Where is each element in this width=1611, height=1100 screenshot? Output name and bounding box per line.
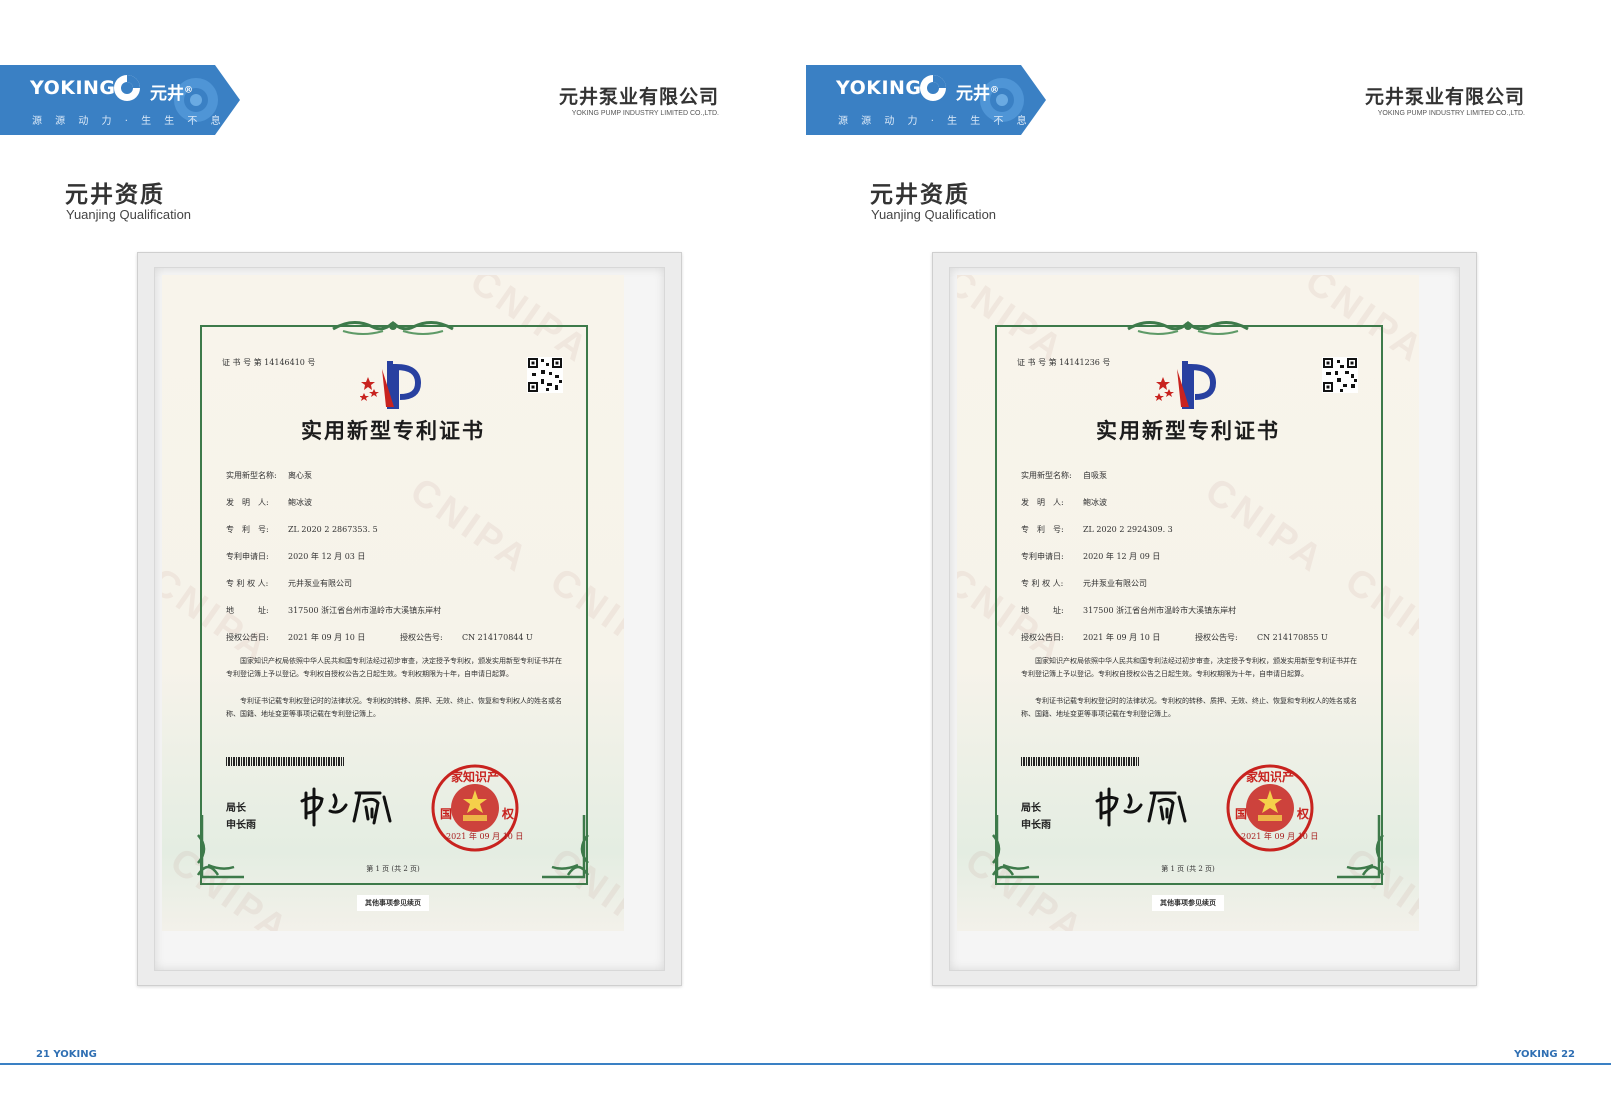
section-title: 元井资质 (870, 181, 970, 208)
section-subtitle: Yuanjing Qualification (66, 207, 192, 222)
certificate-paragraph-1: 国家知识产权局依照中华人民共和国专利法经过初步审查，决定授予专利权，颁发实用新型… (1021, 657, 1357, 678)
svg-text:家知识产: 家知识产 (451, 769, 499, 784)
certificate-number: 证 书 号 第 14141236 号 (1017, 358, 1111, 367)
seal-date: 2021 年 09 月 10 日 (1241, 832, 1319, 841)
certificate-frame: CNIPA CNIPA CNIPA CNIPA CNIPA CNIPA CNIP… (932, 252, 1477, 986)
svg-text:权: 权 (1296, 806, 1310, 821)
corner-ornament-icon (542, 815, 590, 879)
brand-badge: YOKING 元井® 源 源 动 力 · 生 生 不 息 (0, 65, 240, 135)
brand-name: YOKING (30, 77, 116, 99)
seal-date: 2021 年 09 月 10 日 (446, 832, 524, 841)
qr-code-icon (527, 357, 563, 393)
corner-ornament-icon (196, 815, 244, 879)
brand-logo-icon (114, 75, 140, 101)
brand-badge: YOKING 元井® 源 源 动 力 · 生 生 不 息 (806, 65, 1046, 135)
barcode (226, 757, 344, 766)
field-address: 地 址: 317500 浙江省台州市温岭市大溪镇东岸村 (1021, 606, 1237, 615)
foot-note: 其他事项参见续页 (162, 890, 624, 911)
page-left: YOKING 元井® 源 源 动 力 · 生 生 不 息 元井泵业有限公司 YO… (0, 0, 805, 1100)
company-name-cn: 元井泵业有限公司 (1364, 86, 1525, 108)
page-number-right: YOKING 22 (1514, 1049, 1575, 1060)
svg-text:国: 国 (440, 807, 452, 821)
field-patent-number: 专 利 号: ZL 2020 2 2867353. 5 (226, 525, 378, 534)
field-patentee: 专 利 权 人: 元井泵业有限公司 (226, 579, 352, 588)
corner-ornament-icon (991, 815, 1039, 879)
field-inventor: 发 明 人: 鲍冰波 (1021, 498, 1107, 507)
patent-certificate: CNIPA CNIPA CNIPA CNIPA CNIPA CNIPA 证 书 … (162, 275, 624, 931)
qr-code-icon (1322, 357, 1358, 393)
field-announcement: 授权公告日: 2021 年 09 月 10 日授权公告号: CN 214170855… (1021, 633, 1328, 642)
cnipa-logo-icon (1155, 361, 1217, 409)
svg-text:家知识产: 家知识产 (1246, 769, 1294, 784)
patent-certificate: CNIPA CNIPA CNIPA CNIPA CNIPA CNIPA CNIP… (957, 275, 1419, 931)
certificate-frame: CNIPA CNIPA CNIPA CNIPA CNIPA CNIPA 证 书 … (137, 252, 682, 986)
cnipa-logo-icon (360, 361, 422, 409)
foot-note: 其他事项参见续页 (957, 890, 1419, 911)
certificate-title: 实用新型专利证书 (1096, 418, 1280, 443)
company-header: 元井泵业有限公司 YOKING PUMP INDUSTRY LIMITED CO… (559, 82, 719, 117)
svg-text:权: 权 (501, 806, 515, 821)
signer-title: 局长 (1021, 803, 1041, 814)
certificate-paragraph-2: 专利证书记载专利权登记时的法律状况。专利权的转移、质押、无效、终止、恢复和专利权… (226, 697, 562, 718)
field-application-date: 专利申请日: 2020 年 12 月 09 日 (1021, 552, 1161, 561)
company-name-en: YOKING PUMP INDUSTRY LIMITED CO.,LTD. (1377, 110, 1525, 117)
brand-slogan: 源 源 动 力 · 生 生 不 息 (838, 116, 1032, 127)
section-subtitle: Yuanjing Qualification (871, 207, 997, 222)
field-patentee: 专 利 权 人: 元井泵业有限公司 (1021, 579, 1147, 588)
barcode (1021, 757, 1139, 766)
svg-text:国: 国 (1235, 807, 1247, 821)
field-patent-number: 专 利 号: ZL 2020 2 2924309. 3 (1021, 525, 1173, 534)
signature-icon (1095, 787, 1187, 827)
page-number-left: 21 YOKING (36, 1049, 97, 1060)
top-ornament-icon (1127, 320, 1249, 335)
brand-name: YOKING (836, 77, 922, 99)
company-name-cn: 元井泵业有限公司 (558, 86, 719, 108)
page-note: 第 1 页 (共 2 页) (366, 865, 420, 873)
certificate-paragraph-1: 国家知识产权局依照中华人民共和国专利法经过初步审查，决定授予专利权，颁发实用新型… (226, 657, 562, 678)
certificate-number: 证 书 号 第 14146410 号 (222, 358, 316, 367)
field-inventor: 发 明 人: 鲍冰波 (226, 498, 312, 507)
field-announcement: 授权公告日: 2021 年 09 月 10 日授权公告号: CN 214170844… (226, 633, 533, 642)
certificate-title: 实用新型专利证书 (301, 418, 485, 443)
company-name-en: YOKING PUMP INDUSTRY LIMITED CO.,LTD. (571, 110, 719, 117)
field-name: 实用新型名称: 离心泵 (226, 471, 312, 480)
brand-name-cn: 元井® (150, 84, 193, 104)
top-ornament-icon (332, 320, 454, 335)
company-header: 元井泵业有限公司 YOKING PUMP INDUSTRY LIMITED CO… (1365, 82, 1525, 117)
brand-name-cn: 元井® (956, 84, 999, 104)
page-right: YOKING 元井® 源 源 动 力 · 生 生 不 息 元井泵业有限公司 YO… (806, 0, 1611, 1100)
certificate-paragraph-2: 专利证书记载专利权登记时的法律状况。专利权的转移、质押、无效、终止、恢复和专利权… (1021, 697, 1357, 718)
field-address: 地 址: 317500 浙江省台州市温岭市大溪镇东岸村 (226, 606, 442, 615)
corner-ornament-icon (1337, 815, 1385, 879)
footer-divider (0, 1063, 1611, 1065)
signer-title: 局长 (226, 803, 246, 814)
brand-slogan: 源 源 动 力 · 生 生 不 息 (32, 116, 226, 127)
field-application-date: 专利申请日: 2020 年 12 月 03 日 (226, 552, 366, 561)
page-note: 第 1 页 (共 2 页) (1161, 865, 1215, 873)
field-name: 实用新型名称: 自吸泵 (1021, 471, 1107, 480)
signature-icon (300, 787, 392, 827)
section-title: 元井资质 (65, 181, 165, 208)
brand-logo-icon (920, 75, 946, 101)
